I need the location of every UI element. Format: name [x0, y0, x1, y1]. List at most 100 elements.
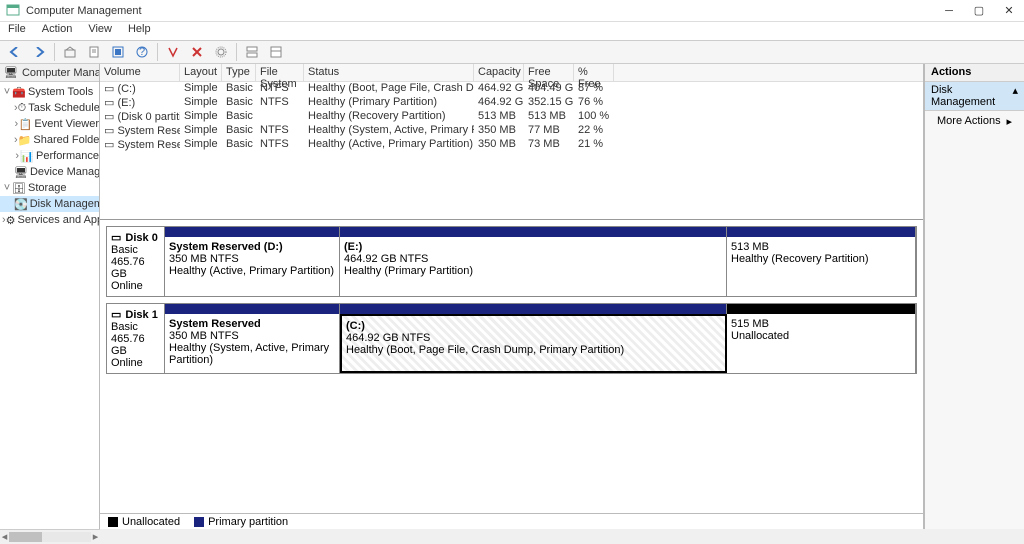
cell: Healthy (Recovery Partition)	[304, 110, 474, 124]
scroll-right-icon[interactable]: ▸	[91, 530, 100, 544]
cell: Healthy (Active, Primary Partition)	[304, 138, 474, 152]
scroll-thumb[interactable]	[9, 532, 42, 542]
action-1-button[interactable]	[162, 42, 184, 62]
cell: ▭ (E:)	[100, 96, 180, 110]
cell: 87 %	[574, 82, 614, 96]
navigation-tree: ˅🧰System Tools›⏱Task Scheduler›📋Event Vi…	[0, 82, 99, 230]
view-list-button[interactable]	[241, 42, 263, 62]
volume-list-body: ▭ (C:)SimpleBasicNTFSHealthy (Boot, Page…	[100, 82, 923, 152]
volume-list-header: VolumeLayoutTypeFile SystemStatusCapacit…	[100, 64, 923, 82]
cell: Simple	[180, 96, 222, 110]
cell: 100 %	[574, 110, 614, 124]
tree-node-label: System Tools	[28, 86, 93, 98]
disk-graphical-view: ▭ Disk 0Basic465.76 GBOnlineSystem Reser…	[100, 219, 923, 513]
tree-node-label: Shared Folders	[33, 134, 100, 146]
actions-section[interactable]: Disk Management▴	[925, 82, 1024, 111]
column-capacity[interactable]: Capacity	[474, 64, 524, 81]
expand-icon[interactable]: ˅	[2, 182, 12, 194]
partition[interactable]: System Reserved350 MB NTFSHealthy (Syste…	[165, 314, 340, 373]
cell: 76 %	[574, 96, 614, 110]
cell: Simple	[180, 138, 222, 152]
cell: NTFS	[256, 82, 304, 96]
column-type[interactable]: Type	[222, 64, 256, 81]
tree-item-system-tools[interactable]: ˅🧰System Tools	[0, 84, 99, 100]
column-layout[interactable]: Layout	[180, 64, 222, 81]
chevron-right-icon: ▸	[1006, 115, 1012, 128]
tree-item-disk-management[interactable]: 💽Disk Management	[0, 196, 99, 212]
separator	[54, 43, 55, 61]
tree-header[interactable]: 🖥Computer Management (Lo	[0, 64, 99, 82]
volume-row[interactable]: ▭ System Reserved (D:)SimpleBasicNTFSHea…	[100, 138, 923, 152]
tree-node-label: Performance	[36, 150, 99, 162]
tree-item-services-and-application[interactable]: ›⚙Services and Application	[0, 212, 99, 228]
cell: Basic	[222, 96, 256, 110]
disk-info[interactable]: ▭ Disk 0Basic465.76 GBOnline	[107, 227, 165, 296]
tree-node-icon: 🖥	[14, 166, 28, 179]
legend: UnallocatedPrimary partition	[100, 513, 923, 529]
svg-text:?: ?	[139, 46, 145, 58]
tree-item-storage[interactable]: ˅🗄Storage	[0, 180, 99, 196]
properties-button[interactable]	[83, 42, 105, 62]
cell: Simple	[180, 82, 222, 96]
cell: 73 MB	[524, 138, 574, 152]
view-detail-button[interactable]	[265, 42, 287, 62]
tree-item-device-manager[interactable]: 🖥Device Manager	[0, 164, 99, 180]
partition[interactable]: (C:)464.92 GB NTFSHealthy (Boot, Page Fi…	[340, 314, 727, 373]
up-button[interactable]	[59, 42, 81, 62]
cell: 350 MB	[474, 124, 524, 138]
cell: 77 MB	[524, 124, 574, 138]
toolbar: ?	[0, 40, 1024, 64]
volume-list: VolumeLayoutTypeFile SystemStatusCapacit…	[100, 64, 923, 219]
cell: 464.92 GB	[474, 82, 524, 96]
column--free[interactable]: % Free	[574, 64, 614, 81]
cell: 22 %	[574, 124, 614, 138]
tree-item-shared-folders[interactable]: ›📁Shared Folders	[0, 132, 99, 148]
menu-view[interactable]: View	[86, 22, 114, 40]
column-file-system[interactable]: File System	[256, 64, 304, 81]
close-button[interactable]: ✕	[994, 0, 1024, 22]
column-free-space[interactable]: Free Space	[524, 64, 574, 81]
cell: NTFS	[256, 96, 304, 110]
tree-node-icon: 📊	[20, 150, 34, 163]
tree-item-event-viewer[interactable]: ›📋Event Viewer	[0, 116, 99, 132]
more-actions[interactable]: More Actions▸	[925, 111, 1024, 132]
window-title: Computer Management	[26, 5, 934, 17]
settings-button[interactable]	[210, 42, 232, 62]
back-button[interactable]	[4, 42, 26, 62]
actions-panel: Actions Disk Management▴ More Actions▸	[924, 64, 1024, 529]
volume-row[interactable]: ▭ (C:)SimpleBasicNTFSHealthy (Boot, Page…	[100, 82, 923, 96]
partition[interactable]: 513 MBHealthy (Recovery Partition)	[727, 237, 916, 296]
expand-icon[interactable]: ˅	[2, 86, 12, 98]
tree-scrollbar-horizontal[interactable]: ◂ ▸	[0, 529, 100, 543]
menu-file[interactable]: File	[6, 22, 28, 40]
tree-item-task-scheduler[interactable]: ›⏱Task Scheduler	[0, 100, 99, 116]
cell: Healthy (System, Active, Primary Partiti…	[304, 124, 474, 138]
menu-bar: File Action View Help	[0, 22, 1024, 40]
minimize-button[interactable]: ─	[934, 0, 964, 22]
volume-row[interactable]: ▭ System ReservedSimpleBasicNTFSHealthy …	[100, 124, 923, 138]
forward-button[interactable]	[28, 42, 50, 62]
tree-item-performance[interactable]: ›📊Performance	[0, 148, 99, 164]
center-panel: VolumeLayoutTypeFile SystemStatusCapacit…	[100, 64, 924, 529]
cell: Basic	[222, 124, 256, 138]
tree-node-icon: ⏱	[18, 102, 27, 115]
partition[interactable]: 515 MBUnallocated	[727, 314, 916, 373]
menu-help[interactable]: Help	[126, 22, 153, 40]
disk-info[interactable]: ▭ Disk 1Basic465.76 GBOnline	[107, 304, 165, 373]
maximize-button[interactable]: ▢	[964, 0, 994, 22]
partition[interactable]: System Reserved (D:)350 MB NTFSHealthy (…	[165, 237, 340, 296]
volume-row[interactable]: ▭ (Disk 0 partition 3)SimpleBasicHealthy…	[100, 110, 923, 124]
menu-action[interactable]: Action	[40, 22, 75, 40]
column-volume[interactable]: Volume	[100, 64, 180, 81]
column-status[interactable]: Status	[304, 64, 474, 81]
cell: Healthy (Primary Partition)	[304, 96, 474, 110]
refresh-button[interactable]	[107, 42, 129, 62]
partition[interactable]: (E:)464.92 GB NTFSHealthy (Primary Parti…	[340, 237, 727, 296]
cell: Basic	[222, 82, 256, 96]
volume-row[interactable]: ▭ (E:)SimpleBasicNTFSHealthy (Primary Pa…	[100, 96, 923, 110]
help-button[interactable]: ?	[131, 42, 153, 62]
tree-node-label: Services and Application	[18, 214, 100, 226]
scroll-left-icon[interactable]: ◂	[0, 530, 9, 544]
delete-button[interactable]	[186, 42, 208, 62]
cell: 350 MB	[474, 138, 524, 152]
